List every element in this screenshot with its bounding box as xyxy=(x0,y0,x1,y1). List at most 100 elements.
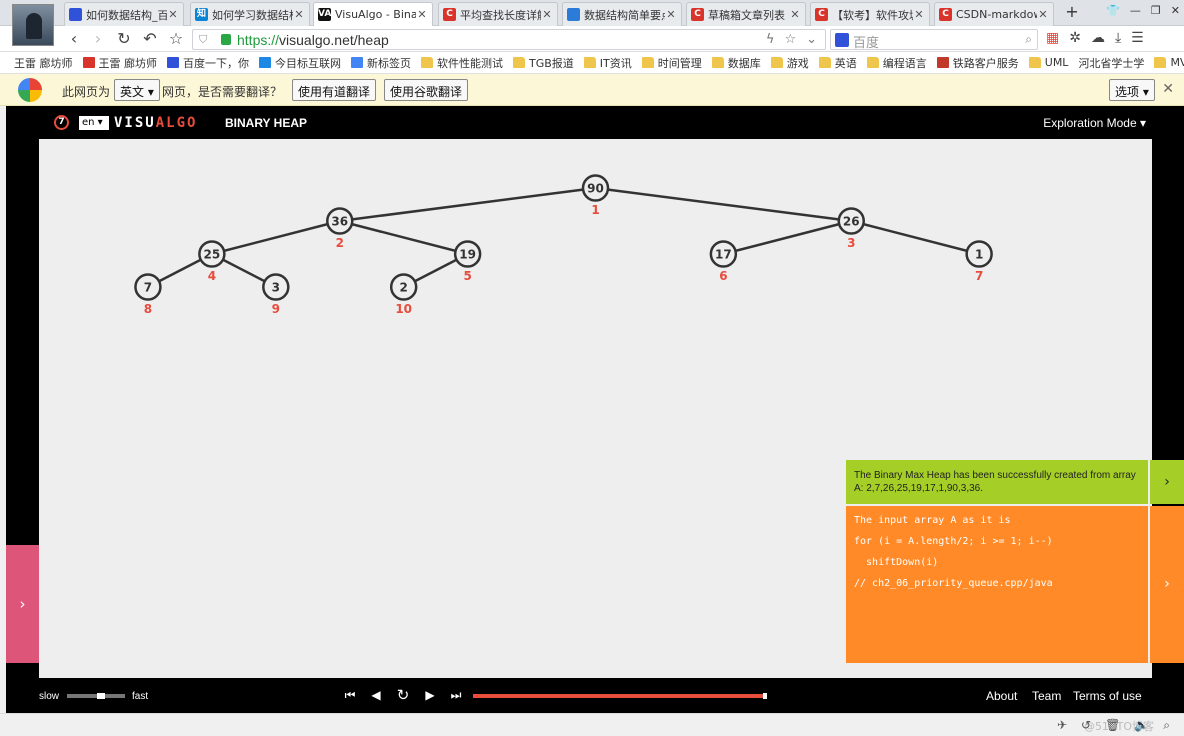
heap-node[interactable]: 36 2 xyxy=(326,207,354,251)
apps-icon[interactable]: ▦ xyxy=(1046,30,1059,46)
close-tab-icon[interactable]: ✕ xyxy=(416,8,428,21)
terms-link[interactable]: Terms of use xyxy=(1073,689,1142,703)
trash-icon[interactable]: 🗑 xyxy=(1105,718,1120,733)
baidu-icon xyxy=(835,33,849,47)
search-input[interactable]: 百度 ⌕ xyxy=(830,29,1038,51)
forward-icon[interactable]: › xyxy=(88,29,108,49)
close-tab-icon[interactable]: ✕ xyxy=(789,8,801,21)
close-tab-icon[interactable]: ✕ xyxy=(541,8,553,21)
new-tab-button[interactable]: + xyxy=(1062,2,1082,24)
browser-tab[interactable]: VA VisuAlgo - Binar ✕ xyxy=(313,2,433,26)
open-actions-panel-button[interactable]: › xyxy=(6,545,39,663)
restore-icon[interactable]: ❐ xyxy=(1151,4,1161,17)
tab-bar: 如何数据结构_百度✕知如何学习数据结构✕VAVisuAlgo - Binar✕C… xyxy=(0,0,1184,46)
search-icon[interactable]: ⌕ xyxy=(1025,32,1032,47)
options-button[interactable]: 选项 ▾ xyxy=(1109,79,1155,101)
version-badge[interactable]: 7 xyxy=(54,115,69,130)
close-icon[interactable]: ✕ xyxy=(1162,81,1174,97)
star-icon[interactable]: ☆ xyxy=(784,32,796,47)
go-to-end-icon[interactable]: ⏭ xyxy=(448,687,464,703)
browser-tab[interactable]: C 【软考】软件攻城 ✕ xyxy=(810,2,930,26)
bookmark-star-icon[interactable]: ☆ xyxy=(166,29,186,49)
extension-icon[interactable]: ✲ xyxy=(1069,30,1081,46)
back-icon[interactable]: ‹ xyxy=(64,29,84,49)
progress-bar[interactable] xyxy=(473,693,767,699)
bookmark-item[interactable]: 数据库 xyxy=(711,55,761,71)
lightning-icon[interactable]: ϟ xyxy=(766,32,775,47)
bookmark-item[interactable]: 百度一下，你 xyxy=(167,55,249,71)
zoom-icon[interactable]: ⌕ xyxy=(1163,718,1170,733)
heap-node[interactable]: 19 5 xyxy=(453,240,482,284)
bookmark-item[interactable]: 王雷 廊坊师 xyxy=(14,55,73,71)
bookmark-item[interactable]: 今目标互联网 xyxy=(259,55,341,71)
about-link[interactable]: About xyxy=(986,689,1017,703)
browser-tab[interactable]: C 草稿箱文章列表 - ✕ xyxy=(686,2,806,26)
heap-node[interactable]: 2 10 xyxy=(389,273,418,317)
browser-tab[interactable]: C 平均查找长度详解 ✕ xyxy=(438,2,558,26)
shirt-icon[interactable]: 👕 xyxy=(1106,4,1120,17)
mode-dropdown[interactable]: Exploration Mode ▾ xyxy=(1043,116,1146,130)
speed-slider[interactable] xyxy=(67,693,125,699)
bookmark-item[interactable]: 英语 xyxy=(818,55,857,71)
close-tab-icon[interactable]: ✕ xyxy=(167,8,179,21)
status-toggle-button[interactable]: › xyxy=(1150,460,1184,504)
reload-icon[interactable]: ↻ xyxy=(114,29,134,49)
code-toggle-button[interactable]: › xyxy=(1150,506,1184,663)
url-text[interactable]: https://visualgo.net/heap xyxy=(237,32,389,48)
speed-slider-knob[interactable] xyxy=(97,693,105,699)
close-window-icon[interactable]: ✕ xyxy=(1171,4,1180,17)
bookmark-item[interactable]: 编程语言 xyxy=(866,55,927,71)
sync-icon[interactable]: ↺ xyxy=(1081,718,1091,733)
heap-node[interactable]: 17 6 xyxy=(709,240,738,284)
bookmark-item[interactable]: 时间管理 xyxy=(641,55,702,71)
bookmark-item[interactable]: 铁路客户服务 xyxy=(936,55,1019,71)
close-tab-icon[interactable]: ✕ xyxy=(1037,8,1049,21)
google-translate-button[interactable]: 使用谷歌翻译 xyxy=(384,79,469,101)
bookmark-item[interactable]: IT资讯 xyxy=(583,55,632,71)
address-bar[interactable]: ⛉ https://visualgo.net/heap ϟ ☆ ⌄ xyxy=(192,29,826,50)
youdao-translate-button[interactable]: 使用有道翻译 xyxy=(292,79,377,101)
volume-icon[interactable]: 🔈 xyxy=(1134,718,1149,733)
bookmark-item[interactable]: UML xyxy=(1028,56,1068,69)
menu-icon[interactable]: ☰ xyxy=(1131,30,1144,46)
go-to-start-icon[interactable]: ⏮ xyxy=(342,687,358,703)
user-avatar[interactable] xyxy=(12,4,54,46)
step-backward-icon[interactable]: ◀ xyxy=(368,687,384,703)
bookmark-item[interactable]: MV xyxy=(1154,56,1184,69)
language-select[interactable]: en ▾ xyxy=(79,116,109,130)
heap-node[interactable]: 25 4 xyxy=(198,240,226,284)
progress-knob[interactable] xyxy=(763,693,767,699)
browser-tab[interactable]: 数据结构简单要点 ✕ xyxy=(562,2,682,26)
close-tab-icon[interactable]: ✕ xyxy=(293,8,305,21)
browser-tab[interactable]: C CSDN-markdow ✕ xyxy=(934,2,1054,26)
visualgo-logo[interactable]: VISUALGO xyxy=(114,115,197,131)
heap-node-index: 1 xyxy=(591,203,599,217)
bookmark-item[interactable]: TGB报道 xyxy=(513,55,574,71)
browser-tab[interactable]: 如何数据结构_百度✕ xyxy=(64,2,184,26)
heap-edge xyxy=(723,219,852,256)
pin-icon[interactable]: ✈ xyxy=(1057,718,1067,733)
browser-tab[interactable]: 知如何学习数据结构 ✕ xyxy=(190,2,310,26)
heap-node[interactable]: 17 xyxy=(965,240,993,284)
heap-node[interactable]: 90 1 xyxy=(581,174,610,218)
bookmark-item[interactable]: 软件性能测试 xyxy=(421,55,503,71)
bookmark-item[interactable]: 河北省学士学 xyxy=(1078,55,1144,71)
heap-node[interactable]: 78 xyxy=(134,273,162,317)
close-tab-icon[interactable]: ✕ xyxy=(913,8,925,21)
step-forward-icon[interactable]: ▶ xyxy=(422,687,438,703)
translate-question: 网页，是否需要翻译？ xyxy=(162,85,283,99)
dropdown-icon[interactable]: ⌄ xyxy=(806,32,817,47)
team-link[interactable]: Team xyxy=(1032,689,1061,703)
replay-icon[interactable]: ↻ xyxy=(395,687,411,703)
cloud-icon[interactable]: ☁ xyxy=(1091,30,1105,46)
close-tab-icon[interactable]: ✕ xyxy=(665,8,677,21)
heap-node[interactable]: 26 3 xyxy=(837,207,865,251)
download-icon[interactable]: ⤓ xyxy=(1115,30,1121,46)
undo-icon[interactable]: ↶ xyxy=(140,29,160,49)
language-select[interactable]: 英文 ▾ xyxy=(114,79,160,101)
minimize-icon[interactable]: — xyxy=(1130,4,1141,17)
heap-node[interactable]: 39 xyxy=(262,273,290,317)
bookmark-item[interactable]: 游戏 xyxy=(770,55,809,71)
bookmark-item[interactable]: 新标签页 xyxy=(351,55,411,71)
bookmark-item[interactable]: 王雷 廊坊师 xyxy=(82,55,157,71)
